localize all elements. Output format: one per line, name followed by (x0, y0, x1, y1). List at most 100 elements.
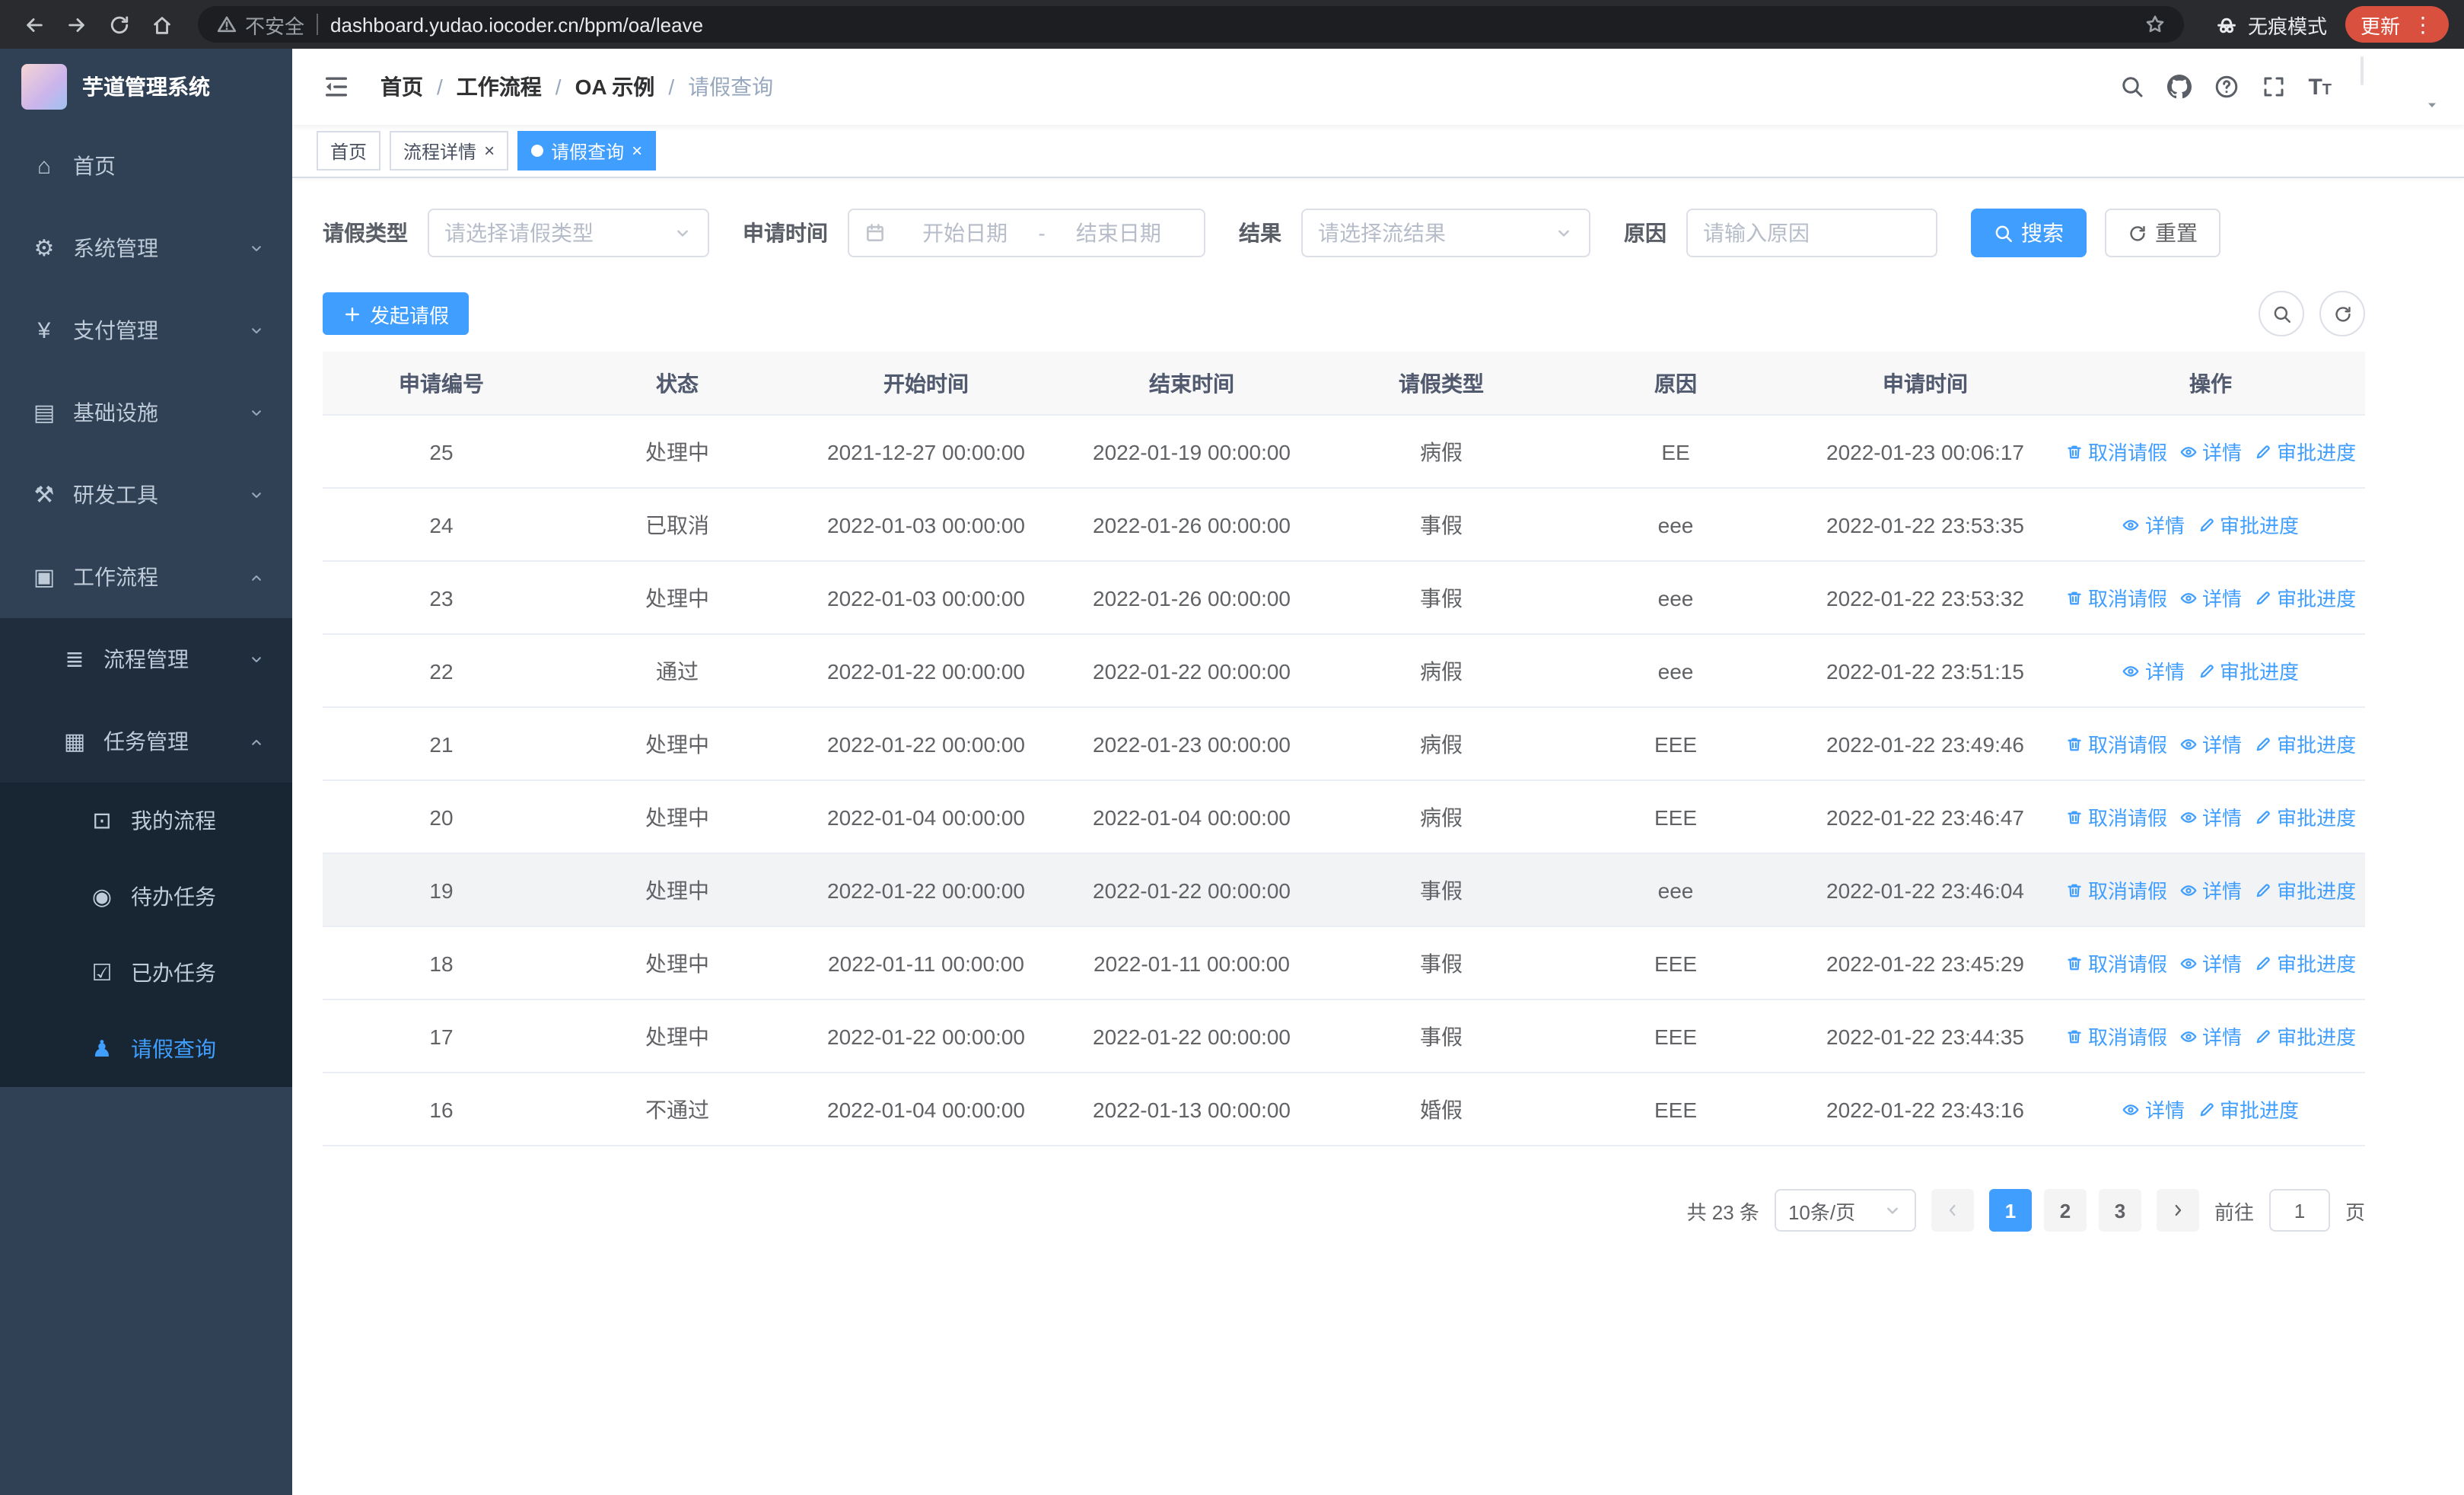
result-select[interactable]: 请选择流结果 (1301, 209, 1590, 257)
sidebar-item-home[interactable]: ⌂ 首页 (0, 125, 292, 207)
sidebar-item-my-process[interactable]: ⊡ 我的流程 (0, 783, 292, 859)
toggle-search-button[interactable] (2259, 291, 2304, 336)
progress-link[interactable]: 审批进度 (2254, 729, 2356, 758)
goto-page-input[interactable] (2268, 1189, 2330, 1232)
search-button[interactable]: 搜索 (1971, 209, 2087, 257)
sidebar-item-label: 我的流程 (131, 808, 216, 833)
cancel-leave-link[interactable]: 取消请假 (2065, 1022, 2167, 1050)
close-icon[interactable]: × (632, 142, 642, 160)
cancel-leave-link[interactable]: 取消请假 (2065, 875, 2167, 904)
github-icon[interactable] (2166, 75, 2192, 99)
reset-button[interactable]: 重置 (2105, 209, 2220, 257)
user-menu[interactable] (2361, 56, 2436, 116)
breadcrumb-item[interactable]: 首页 (380, 72, 423, 102)
detail-link[interactable]: 详情 (2179, 1022, 2242, 1050)
detail-link[interactable]: 详情 (2179, 583, 2242, 612)
sidebar-item-payment[interactable]: ¥ 支付管理 (0, 289, 292, 371)
sidebar-item-todo-tasks[interactable]: ◉ 待办任务 (0, 859, 292, 935)
browser-home-icon[interactable] (143, 6, 180, 43)
table-row[interactable]: 16 不通过 2022-01-04 00:00:00 2022-01-13 00:00… (323, 1073, 2365, 1146)
breadcrumb-item[interactable]: OA 示例 (575, 72, 655, 102)
leave-type-select[interactable]: 请选择请假类型 (428, 209, 709, 257)
action-label: 详情 (2144, 661, 2185, 684)
tab-leave-query[interactable]: 请假查询 × (517, 131, 657, 171)
detail-link[interactable]: 详情 (2122, 1095, 2185, 1124)
detail-link[interactable]: 详情 (2179, 802, 2242, 831)
apply-time-range-picker[interactable]: 开始日期 - 结束日期 (848, 209, 1205, 257)
page-button-3[interactable]: 3 (2098, 1189, 2141, 1232)
reason-input[interactable] (1686, 209, 1937, 257)
browser-back-icon[interactable] (15, 6, 52, 43)
table-row[interactable]: 23 处理中 2022-01-03 00:00:00 2022-01-26 00:00… (323, 561, 2365, 635)
browser-forward-icon[interactable] (58, 6, 94, 43)
tab-home[interactable]: 首页 (317, 131, 381, 171)
security-chip[interactable]: 不安全 (216, 10, 304, 39)
progress-link[interactable]: 审批进度 (2197, 1095, 2299, 1124)
prev-page-button[interactable] (1931, 1189, 1974, 1232)
breadcrumb-item[interactable]: 工作流程 (457, 72, 542, 102)
cell-type: 婚假 (1326, 1073, 1557, 1146)
table-row[interactable]: 17 处理中 2022-01-22 00:00:00 2022-01-22 00:00… (323, 999, 2365, 1073)
progress-link[interactable]: 审批进度 (2254, 875, 2356, 904)
detail-link[interactable]: 详情 (2179, 437, 2242, 466)
sidebar-item-done-tasks[interactable]: ☑ 已办任务 (0, 935, 292, 1011)
cell-type: 事假 (1326, 488, 1557, 562)
sidebar-item-devtools[interactable]: ⚒ 研发工具 (0, 454, 292, 536)
close-icon[interactable]: × (484, 142, 495, 160)
next-page-button[interactable] (2156, 1189, 2199, 1232)
bookmark-star-icon[interactable] (2144, 14, 2166, 35)
refresh-table-button[interactable] (2319, 291, 2365, 336)
sidebar-collapse-icon[interactable] (317, 73, 362, 100)
table-row[interactable]: 24 已取消 2022-01-03 00:00:00 2022-01-26 00:00… (323, 488, 2365, 562)
progress-link[interactable]: 审批进度 (2254, 802, 2356, 831)
help-icon[interactable] (2214, 75, 2238, 99)
page-button-1[interactable]: 1 (1988, 1189, 2032, 1232)
sidebar-item-task-mgmt[interactable]: ▦ 任务管理 (0, 700, 292, 783)
header-search-icon[interactable] (2119, 75, 2144, 99)
breadcrumb-item-current: 请假查询 (688, 75, 774, 99)
tab-process-detail[interactable]: 流程详情 × (390, 131, 509, 171)
table-row[interactable]: 25 处理中 2021-12-27 00:00:00 2022-01-19 00:00… (323, 415, 2365, 489)
detail-link[interactable]: 详情 (2122, 510, 2185, 539)
detail-link[interactable]: 详情 (2122, 656, 2185, 685)
cancel-leave-link[interactable]: 取消请假 (2065, 583, 2167, 612)
sidebar-item-process-mgmt[interactable]: ≣ 流程管理 (0, 618, 292, 700)
progress-link[interactable]: 审批进度 (2254, 437, 2356, 466)
sidebar-item-workflow[interactable]: ▣ 工作流程 (0, 536, 292, 618)
cell-status: 处理中 (560, 926, 794, 1000)
cancel-leave-link[interactable]: 取消请假 (2065, 948, 2167, 977)
detail-link[interactable]: 详情 (2179, 875, 2242, 904)
sidebar-item-system[interactable]: ⚙ 系统管理 (0, 207, 292, 289)
cancel-leave-link[interactable]: 取消请假 (2065, 437, 2167, 466)
table-row[interactable]: 18 处理中 2022-01-11 00:00:00 2022-01-11 00:00… (323, 926, 2365, 1000)
browser-reload-icon[interactable] (100, 6, 137, 43)
progress-link[interactable]: 审批进度 (2254, 1022, 2356, 1050)
table-row[interactable]: 21 处理中 2022-01-22 00:00:00 2022-01-23 00:00… (323, 707, 2365, 781)
leave-icon: ♟ (91, 1037, 113, 1063)
user-avatar[interactable] (2361, 56, 2364, 85)
page-size-select[interactable]: 10条/页 (1774, 1189, 1916, 1232)
browser-menu-icon[interactable]: ⋮ (2412, 11, 2434, 37)
page-button-2[interactable]: 2 (2043, 1189, 2087, 1232)
progress-link[interactable]: 审批进度 (2197, 656, 2299, 685)
process-icon: ≣ (65, 647, 84, 673)
progress-link[interactable]: 审批进度 (2197, 510, 2299, 539)
fullscreen-icon[interactable] (2261, 75, 2285, 99)
browser-update-button[interactable]: 更新 ⋮ (2345, 6, 2449, 43)
cell-reason: eee (1557, 634, 1794, 708)
cancel-leave-link[interactable]: 取消请假 (2065, 802, 2167, 831)
sidebar-item-leave-query[interactable]: ♟ 请假查询 (0, 1011, 292, 1087)
address-bar[interactable]: 不安全 dashboard.yudao.iocoder.cn/bpm/oa/le… (198, 6, 2184, 43)
detail-link[interactable]: 详情 (2179, 948, 2242, 977)
sidebar-logo[interactable]: 芋道管理系统 (0, 49, 292, 125)
table-row[interactable]: 22 通过 2022-01-22 00:00:00 2022-01-22 00:00:… (323, 634, 2365, 708)
table-row[interactable]: 20 处理中 2022-01-04 00:00:00 2022-01-04 00:00… (323, 780, 2365, 854)
text-size-icon[interactable]: TT (2308, 74, 2332, 100)
detail-link[interactable]: 详情 (2179, 729, 2242, 758)
create-leave-button[interactable]: 发起请假 (323, 292, 470, 335)
progress-link[interactable]: 审批进度 (2254, 583, 2356, 612)
cancel-leave-link[interactable]: 取消请假 (2065, 729, 2167, 758)
sidebar-item-infrastructure[interactable]: ▤ 基础设施 (0, 371, 292, 454)
table-row[interactable]: 19 处理中 2022-01-22 00:00:00 2022-01-22 00:00… (323, 853, 2365, 927)
progress-link[interactable]: 审批进度 (2254, 948, 2356, 977)
